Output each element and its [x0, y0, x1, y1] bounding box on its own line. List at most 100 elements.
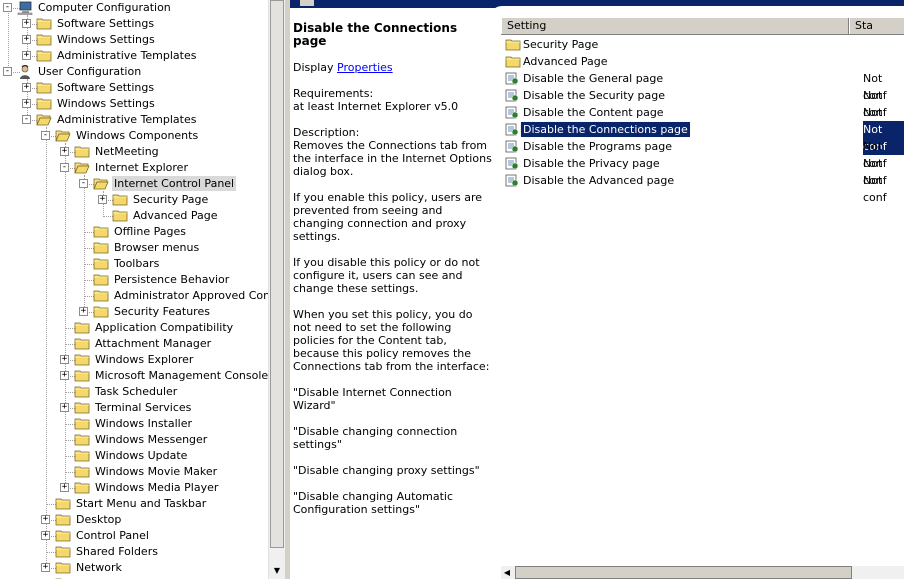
- expand-icon[interactable]: +: [60, 403, 69, 412]
- collapse-icon[interactable]: -: [3, 3, 12, 12]
- expand-icon[interactable]: +: [22, 35, 31, 44]
- tree-item[interactable]: + Windows Explorer: [0, 352, 268, 368]
- tree-item[interactable]: Application Compatibility: [0, 320, 268, 336]
- tree-item[interactable]: + Security Features: [0, 304, 268, 320]
- policy-setting-icon: [505, 89, 519, 102]
- expand-icon[interactable]: +: [60, 371, 69, 380]
- setting-name: Disable the General page: [523, 72, 664, 85]
- expand-icon[interactable]: +: [41, 515, 50, 524]
- list-row[interactable]: Disable the Connections page Not conf: [501, 121, 904, 155]
- column-header-setting[interactable]: Setting: [501, 18, 849, 34]
- tree-item[interactable]: - User Configuration: [0, 64, 268, 80]
- expand-icon[interactable]: +: [60, 355, 69, 364]
- tree-item[interactable]: - Internet Control Panel: [0, 176, 268, 192]
- expand-icon[interactable]: +: [41, 563, 50, 572]
- tree-item-label: Windows Movie Maker: [95, 465, 218, 478]
- expand-icon[interactable]: +: [22, 83, 31, 92]
- expand-icon[interactable]: +: [60, 147, 69, 156]
- tree-item[interactable]: Windows Movie Maker: [0, 464, 268, 480]
- scroll-thumb[interactable]: [515, 566, 852, 579]
- tree-item[interactable]: + Windows Media Player: [0, 480, 268, 496]
- tree-item[interactable]: + Desktop: [0, 512, 268, 528]
- tree-item[interactable]: + Security Page: [0, 192, 268, 208]
- expand-icon[interactable]: +: [98, 195, 107, 204]
- description-paragraph: "Disable changing proxy settings": [293, 464, 480, 477]
- tree-item[interactable]: - Windows Components: [0, 128, 268, 144]
- folder-icon: [74, 465, 90, 478]
- tree-item[interactable]: + Software Settings: [0, 16, 268, 32]
- list-row[interactable]: Disable the Content pageNot conf: [501, 104, 904, 136]
- tree-item[interactable]: Persistence Behavior: [0, 272, 268, 288]
- folder-icon: [36, 49, 52, 62]
- folder-icon: [93, 305, 109, 318]
- tree-item[interactable]: - Computer Configuration: [0, 0, 268, 16]
- tree-item[interactable]: + Network: [0, 560, 268, 576]
- tree-item[interactable]: Task Scheduler: [0, 384, 268, 400]
- tree-item[interactable]: Toolbars: [0, 256, 268, 272]
- tree-item[interactable]: Browser menus: [0, 240, 268, 256]
- folder-icon: [505, 38, 521, 51]
- scroll-thumb[interactable]: [270, 0, 284, 548]
- list-row[interactable]: Security Page: [501, 36, 904, 53]
- collapse-icon[interactable]: -: [60, 163, 69, 172]
- expand-icon[interactable]: +: [60, 483, 69, 492]
- policy-setting-icon: [505, 140, 519, 153]
- column-header-state[interactable]: Sta: [849, 18, 904, 34]
- tree-item[interactable]: Offline Pages: [0, 224, 268, 240]
- policy-setting-icon: [505, 72, 519, 85]
- tree-item[interactable]: - Administrative Templates: [0, 112, 268, 128]
- tree-item[interactable]: Windows Update: [0, 448, 268, 464]
- tree-item[interactable]: Windows Messenger: [0, 432, 268, 448]
- collapse-icon[interactable]: -: [41, 131, 50, 140]
- list-row[interactable]: Disable the Security page Not conf: [501, 87, 904, 119]
- tree-item[interactable]: Start Menu and Taskbar: [0, 496, 268, 512]
- folder-icon: [74, 481, 90, 494]
- description-paragraph: If you enable this policy, users are pre…: [293, 191, 483, 243]
- list-row[interactable]: Disable the Advanced page Not conf: [501, 172, 904, 204]
- tree-item[interactable]: Administrator Approved Contro: [0, 288, 268, 304]
- tree-item-label: Software Settings: [57, 17, 155, 30]
- tree-item-label: Persistence Behavior: [114, 273, 230, 286]
- tree-item[interactable]: + Administrative Templates: [0, 48, 268, 64]
- tree-item[interactable]: + Windows Settings: [0, 32, 268, 48]
- tree-vertical-scrollbar[interactable]: ▼: [268, 0, 285, 579]
- tree-item-label: Windows Components: [76, 129, 199, 142]
- folder-icon: [112, 209, 128, 222]
- tree-item[interactable]: Advanced Page: [0, 208, 268, 224]
- tree-item[interactable]: Windows Installer: [0, 416, 268, 432]
- collapse-icon[interactable]: -: [22, 115, 31, 124]
- folder-icon: [74, 353, 90, 366]
- collapse-icon[interactable]: -: [79, 179, 88, 188]
- tree-item[interactable]: Attachment Manager: [0, 336, 268, 352]
- requirements-label: Requirements:: [293, 87, 374, 100]
- scroll-down-arrow-icon[interactable]: ▼: [269, 563, 285, 579]
- expand-icon[interactable]: +: [41, 531, 50, 540]
- collapse-icon[interactable]: -: [3, 67, 12, 76]
- properties-link[interactable]: Properties: [337, 61, 393, 74]
- list-row[interactable]: Disable the Privacy page Not conf: [501, 155, 904, 187]
- folder-icon: [36, 81, 52, 94]
- list-horizontal-scrollbar[interactable]: ◀: [501, 566, 904, 579]
- list-row[interactable]: Disable the General page Not conf: [501, 70, 904, 102]
- expand-icon[interactable]: +: [79, 307, 88, 316]
- setting-name: Disable the Advanced page: [523, 174, 675, 187]
- expand-icon[interactable]: +: [22, 19, 31, 28]
- tree-item-label: Internet Control Panel: [112, 176, 237, 191]
- tree-item[interactable]: + NetMeeting: [0, 144, 268, 160]
- expand-icon[interactable]: +: [22, 99, 31, 108]
- folder-icon: [74, 417, 90, 430]
- tree-item-label: Administrative Templates: [57, 113, 197, 126]
- tree-item[interactable]: + Windows Settings: [0, 96, 268, 112]
- tree-item-label: Microsoft Management Console: [95, 369, 268, 382]
- folder-icon: [55, 529, 71, 542]
- tree-item[interactable]: + Terminal Services: [0, 400, 268, 416]
- scroll-left-arrow-icon[interactable]: ◀: [501, 566, 513, 579]
- list-row[interactable]: Advanced Page: [501, 53, 904, 70]
- list-row[interactable]: Disable the Programs page Not conf: [501, 138, 904, 170]
- tree-item[interactable]: + Software Settings: [0, 80, 268, 96]
- tree-item[interactable]: Shared Folders: [0, 544, 268, 560]
- expand-icon[interactable]: +: [22, 51, 31, 60]
- tree-item[interactable]: + Control Panel: [0, 528, 268, 544]
- tree-item[interactable]: + Microsoft Management Console: [0, 368, 268, 384]
- tree-item[interactable]: - Internet Explorer: [0, 160, 268, 176]
